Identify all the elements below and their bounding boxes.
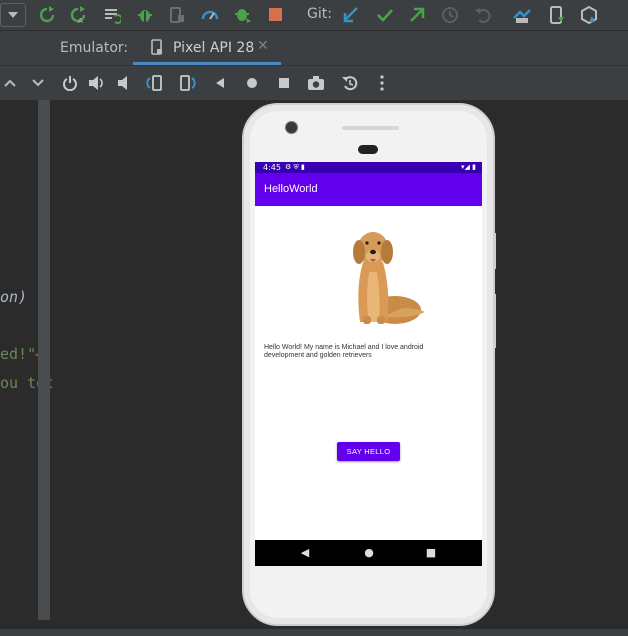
rotate-left-icon[interactable] xyxy=(145,73,165,93)
scrollbar[interactable] xyxy=(38,100,50,620)
git-update-icon[interactable] xyxy=(341,5,361,25)
overview-icon[interactable] xyxy=(274,73,294,93)
rotate-right-icon[interactable] xyxy=(177,73,197,93)
device-manager-icon[interactable] xyxy=(547,5,567,25)
back-icon[interactable] xyxy=(210,73,230,93)
code-line: on) xyxy=(0,288,28,306)
nav-back-icon[interactable]: ◀ xyxy=(298,546,312,559)
sync-all-icon[interactable]: A xyxy=(68,5,88,25)
emulator-tab-bar: Emulator: Pixel API 28 ✕ xyxy=(0,31,628,66)
debug-icon[interactable] xyxy=(135,5,155,25)
attach-icon xyxy=(167,5,187,25)
svg-text:A: A xyxy=(78,17,83,24)
phone-icon xyxy=(151,39,163,59)
nav-recent-icon[interactable]: ■ xyxy=(424,546,438,559)
volume-down-icon[interactable] xyxy=(114,73,134,93)
apply-changes-icon[interactable] xyxy=(102,5,122,25)
status-time: 4:45 xyxy=(263,163,281,172)
close-icon[interactable]: ✕ xyxy=(257,38,269,54)
phone-screen: 4:45 ⚙ ⛨ ▮ ▾◢ ▮ HelloWorld Hello World! … xyxy=(255,162,482,566)
git-push-icon[interactable] xyxy=(407,5,427,25)
package-icon[interactable] xyxy=(579,5,599,25)
chevron-up-icon[interactable] xyxy=(0,73,20,93)
status-bar: 4:45 ⚙ ⛨ ▮ ▾◢ ▮ xyxy=(255,162,482,173)
tab-title: Pixel API 28 xyxy=(173,40,255,56)
git-commit-icon[interactable] xyxy=(375,5,395,25)
golden-retriever-image xyxy=(353,232,425,324)
tab-pixel-api-28[interactable]: Pixel API 28 ✕ xyxy=(133,31,281,65)
earpiece xyxy=(358,145,378,154)
emulator-label: Emulator: xyxy=(60,40,129,56)
emulator-controls xyxy=(0,66,628,100)
snapshot-icon[interactable] xyxy=(340,73,360,93)
camera-icon xyxy=(285,121,298,134)
sync-icon[interactable] xyxy=(37,5,57,25)
bug-icon[interactable] xyxy=(233,5,253,25)
sdk-icon[interactable] xyxy=(512,5,532,25)
main-toolbar: A Git: xyxy=(0,0,628,31)
app-title: HelloWorld xyxy=(264,183,318,195)
revert-icon xyxy=(473,5,493,25)
nav-home-icon[interactable]: ● xyxy=(362,546,376,559)
hello-message: Hello World! My name is Michael and I lo… xyxy=(264,344,424,359)
dropdown-icon[interactable] xyxy=(0,3,26,27)
chevron-down-icon[interactable] xyxy=(28,73,48,93)
android-nav-bar: ◀ ● ■ xyxy=(255,540,482,566)
power-icon[interactable] xyxy=(60,73,80,93)
status-icons: ⚙ ⛨ ▮ xyxy=(285,163,305,171)
git-label: Git: xyxy=(307,6,332,22)
history-icon xyxy=(440,5,460,25)
screenshot-icon[interactable] xyxy=(306,73,326,93)
speaker-grille xyxy=(342,126,399,130)
home-icon[interactable] xyxy=(242,73,262,93)
volume-up-icon[interactable] xyxy=(87,73,107,93)
app-bar: HelloWorld xyxy=(255,173,482,206)
more-icon[interactable] xyxy=(372,73,392,93)
say-hello-button[interactable]: SAY HELLO xyxy=(337,442,400,461)
status-signal-battery: ▾◢ ▮ xyxy=(461,163,476,171)
profile-icon[interactable] xyxy=(200,5,220,25)
status-strip xyxy=(0,629,628,636)
stop-icon[interactable] xyxy=(266,5,286,25)
